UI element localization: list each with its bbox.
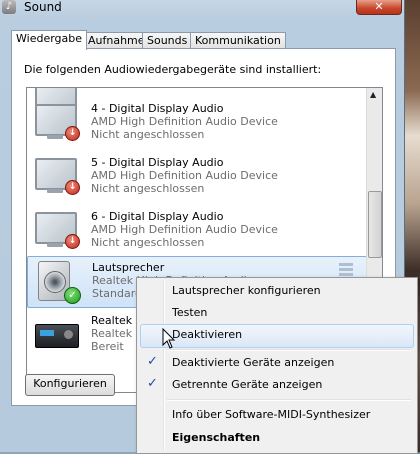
tab-wiedergabe[interactable]: Wiedergabe <box>11 30 88 50</box>
device-status: Bereit <box>91 340 124 353</box>
monitor-icon: ↓ <box>33 210 80 250</box>
device-name: 5 - Digital Display Audio <box>91 156 224 169</box>
device-name: 4 - Digital Display Audio <box>91 102 224 115</box>
default-checkmark-icon: ✓ <box>64 287 81 304</box>
sound-app-icon: ♪ <box>2 0 16 14</box>
tab-kommunikation[interactable]: Kommunikation <box>190 32 286 49</box>
device-list-caption: Die folgenden Audiowiedergabegeräte sind… <box>24 63 322 76</box>
list-item[interactable]: ↓ 4 - Digital Display Audio AMD High Def… <box>27 98 365 148</box>
close-icon: ✕ <box>374 0 384 13</box>
menu-item-test[interactable]: Testen <box>140 302 412 324</box>
device-name: 6 - Digital Display Audio <box>91 210 224 223</box>
mouse-cursor-icon <box>162 328 176 349</box>
menu-item-label: Testen <box>172 306 208 319</box>
disconnected-badge-icon: ↓ <box>65 180 80 195</box>
check-icon: ✓ <box>147 354 158 369</box>
check-icon: ✓ <box>147 376 158 391</box>
list-item[interactable]: ↓ 5 - Digital Display Audio AMD High Def… <box>27 152 365 202</box>
device-description: AMD High Definition Audio Device <box>91 223 278 236</box>
close-button[interactable]: ✕ <box>356 0 402 15</box>
menu-item-disable[interactable]: Deaktivieren <box>140 324 414 348</box>
list-item[interactable]: ↓ 6 - Digital Display Audio AMD High Def… <box>27 206 365 256</box>
device-status: Nicht angeschlossen <box>91 182 205 195</box>
speaker-icon: ✓ <box>34 261 81 304</box>
scroll-thumb[interactable] <box>368 191 382 258</box>
menu-item-label: Info über Software-MIDI-Synthesizer <box>172 408 371 421</box>
device-status: Nicht angeschlossen <box>91 128 205 141</box>
menu-item-configure-speakers[interactable]: Lautsprecher konfigurieren <box>140 280 412 302</box>
receiver-icon <box>33 314 79 354</box>
menu-item-properties[interactable]: Eigenschaften <box>140 427 412 449</box>
title-bar[interactable]: ♪ Sound ✕ <box>0 0 404 16</box>
menu-item-label: Deaktivieren <box>172 328 243 341</box>
menu-item-label: Deaktivierte Geräte anzeigen <box>172 356 335 369</box>
window-title: Sound <box>24 0 62 14</box>
tab-sounds[interactable]: Sounds <box>142 32 193 49</box>
menu-item-label: Lautsprecher konfigurieren <box>172 284 321 297</box>
menu-item-label: Eigenschaften <box>172 431 261 444</box>
menu-separator <box>167 399 411 401</box>
disconnected-badge-icon: ↓ <box>65 126 80 141</box>
scroll-up-icon[interactable]: ▲ <box>370 90 376 99</box>
device-description: AMD High Definition Audio Device <box>91 169 278 182</box>
menu-separator <box>167 349 411 351</box>
device-status: Standard <box>92 287 143 300</box>
device-description: AMD High Definition Audio Device <box>91 115 278 128</box>
menu-item-show-disabled-devices[interactable]: ✓ Deaktivierte Geräte anzeigen <box>140 352 412 374</box>
device-status: Nicht angeschlossen <box>91 236 205 249</box>
disconnected-badge-icon: ↓ <box>65 234 80 249</box>
tab-aufnahme[interactable]: Aufnahme <box>83 32 150 49</box>
configure-button[interactable]: Konfigurieren <box>25 374 115 396</box>
menu-item-show-disconnected-devices[interactable]: ✓ Getrennte Geräte anzeigen <box>140 374 412 396</box>
context-menu: Lautsprecher konfigurieren Testen Deakti… <box>136 277 418 454</box>
monitor-icon: ↓ <box>33 102 80 142</box>
monitor-icon: ↓ <box>33 156 80 196</box>
device-name: Lautsprecher <box>92 261 165 274</box>
menu-item-midi-info[interactable]: Info über Software-MIDI-Synthesizer <box>140 404 412 426</box>
menu-item-label: Getrennte Geräte anzeigen <box>172 378 323 391</box>
